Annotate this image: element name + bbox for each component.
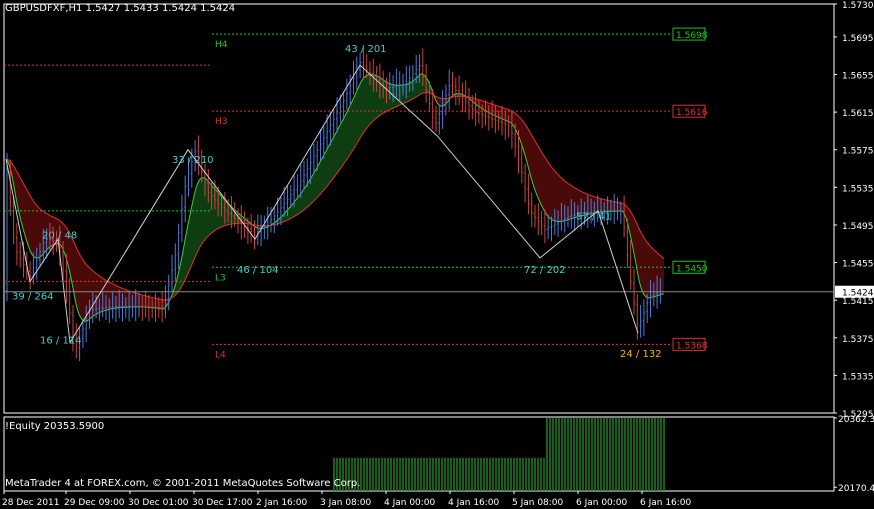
price-chart[interactable]: H4 1.5698 H3 1.5616 L3 1.5450 L4 1.5368 20 / 48… (0, 0, 874, 509)
time-tick-label: 4 Jan 00:00 (384, 498, 436, 508)
price-tick-label: 1.5335 (842, 372, 874, 382)
level-name-h3: H3 (215, 117, 228, 127)
time-tick-label: 6 Jan 16:00 (640, 498, 692, 508)
price-tick-label: 1.5535 (842, 184, 874, 194)
price-area (5, 47, 665, 362)
time-tick-label: 3 Jan 08:00 (320, 498, 372, 508)
equity-panel: 20362.3 20170.4 (333, 415, 874, 494)
time-tick-label: 2 Jan 16:00 (256, 498, 308, 508)
price-axis: 1.5730 1.5695 1.5655 1.5615 1.5575 1.5535 1.54… (834, 1, 874, 420)
time-tick-label: 5 Jan 08:00 (512, 498, 564, 508)
time-tick-label: 6 Jan 00:00 (576, 498, 628, 508)
zigzag-label: 24 / 132 (620, 349, 662, 360)
level-name-h4: H4 (215, 40, 228, 50)
level-value-h3: 1.5616 (676, 108, 708, 118)
time-tick-label: 4 Jan 16:00 (448, 498, 500, 508)
level-value-l4: 1.5368 (676, 341, 708, 351)
bearish-cloud (7, 95, 664, 322)
zigzag-label: 57 / 41 (576, 212, 611, 223)
equity-tick-label: 20170.4 (838, 484, 874, 494)
current-price-label: 1.5424 (842, 289, 874, 299)
level-name-l4: L4 (215, 350, 226, 360)
time-tick-label: 30 Dec 01:00 (128, 498, 189, 508)
equity-title: !Equity 20353.5900 (5, 421, 105, 432)
equity-tick-label: 20362.3 (838, 415, 874, 425)
zigzag-label: 72 / 202 (524, 265, 566, 276)
level-name-l3: L3 (215, 273, 226, 283)
copyright-text: MetaTrader 4 at FOREX.com, © 2001-2011 M… (5, 478, 361, 489)
time-tick-label: 30 Dec 17:00 (192, 498, 253, 508)
zigzag-label: 46 / 104 (237, 265, 279, 276)
price-tick-label: 1.5375 (842, 335, 874, 345)
time-axis: 28 Dec 2011 29 Dec 09:00 30 Dec 01:00 30 De… (2, 491, 692, 508)
zigzag-label: 33 / 210 (172, 155, 214, 166)
zigzag-label: 43 / 201 (345, 44, 387, 55)
chart-title: GBPUSDFXF,H1 1.5427 1.5433 1.5424 1.5424 (5, 3, 236, 14)
time-tick-label: 29 Dec 09:00 (64, 498, 125, 508)
price-tick-label: 1.5730 (842, 1, 874, 11)
price-tick-label: 1.5615 (842, 109, 874, 119)
price-tick-label: 1.5695 (842, 34, 874, 44)
zigzag-label: 39 / 264 (12, 291, 54, 302)
price-tick-label: 1.5455 (842, 260, 874, 270)
zigzag-label: 16 / 114 (40, 336, 82, 347)
price-tick-label: 1.5495 (842, 222, 874, 232)
price-tick-label: 1.5655 (842, 72, 874, 82)
level-value-h4: 1.5698 (676, 31, 708, 41)
level-value-l3: 1.5450 (676, 264, 708, 274)
time-tick-label: 28 Dec 2011 (2, 498, 60, 508)
price-tick-label: 1.5575 (842, 147, 874, 157)
zigzag-label: 20 / 48 (42, 230, 77, 241)
